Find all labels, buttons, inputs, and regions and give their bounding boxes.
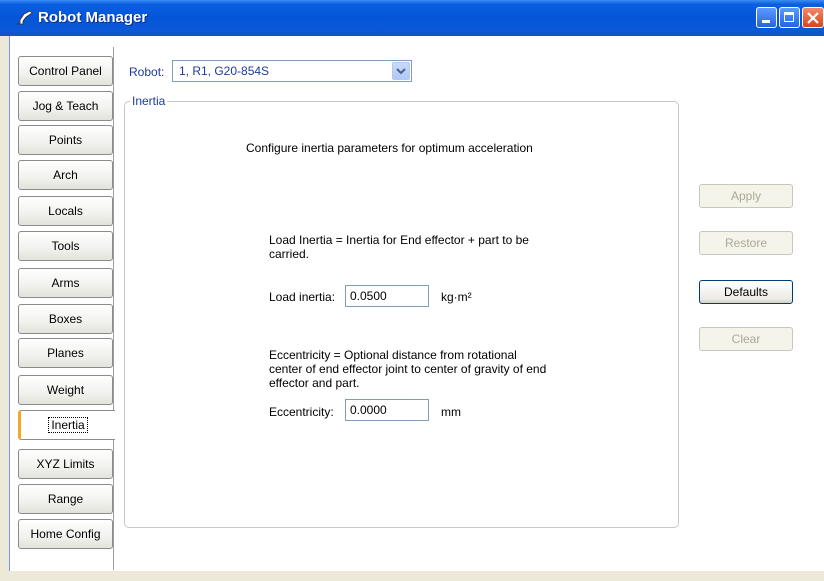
- tab-points[interactable]: Points: [18, 125, 113, 155]
- tab-label: Control Panel: [29, 64, 102, 78]
- eccentricity-input[interactable]: 0.0000: [345, 399, 429, 421]
- close-icon: [807, 12, 819, 24]
- tab-locals[interactable]: Locals: [18, 196, 113, 226]
- inertia-group-title: Inertia: [130, 94, 168, 108]
- apply-button[interactable]: Apply: [699, 184, 793, 208]
- tab-label: Inertia: [48, 417, 88, 433]
- robot-arm-icon: [16, 10, 33, 25]
- robot-select[interactable]: 1, R1, G20-854S: [172, 60, 412, 82]
- tab-panel-divider: [113, 47, 114, 570]
- tab-planes[interactable]: Planes: [18, 338, 113, 368]
- eccentricity-unit: mm: [441, 405, 461, 419]
- title-bar[interactable]: Robot Manager: [0, 0, 824, 36]
- tab-range[interactable]: Range: [18, 484, 113, 514]
- tab-label: Arms: [51, 276, 80, 290]
- tab-weight[interactable]: Weight: [18, 375, 113, 405]
- tab-home-config[interactable]: Home Config: [18, 519, 113, 549]
- eccentricity-label: Eccentricity:: [269, 405, 334, 419]
- defaults-button[interactable]: Defaults: [699, 280, 793, 304]
- window-title: Robot Manager: [38, 9, 148, 26]
- tab-inertia[interactable]: Inertia: [18, 410, 115, 440]
- tab-label: XYZ Limits: [36, 457, 95, 471]
- tab-boxes[interactable]: Boxes: [18, 304, 113, 334]
- tab-jog-teach[interactable]: Jog & Teach: [18, 91, 113, 121]
- maximize-button[interactable]: [779, 7, 800, 28]
- tab-arch[interactable]: Arch: [18, 160, 113, 190]
- robot-select-value: 1, R1, G20-854S: [179, 64, 270, 78]
- load-inertia-unit: kg·m²: [441, 290, 472, 304]
- tab-label: Planes: [47, 346, 84, 360]
- eccentricity-description: Eccentricity = Optional distance from ro…: [269, 348, 547, 390]
- dropdown-button[interactable]: [392, 62, 410, 80]
- tab-label: Jog & Teach: [32, 99, 99, 113]
- load-inertia-label: Load inertia:: [269, 290, 336, 304]
- tab-label: Range: [47, 492, 84, 506]
- window-bottom-border: [0, 571, 824, 581]
- tab-label: Boxes: [48, 312, 83, 326]
- tab-xyz-limits[interactable]: XYZ Limits: [18, 449, 113, 479]
- minimize-icon: [762, 20, 770, 23]
- load-inertia-input[interactable]: 0.0500: [345, 285, 429, 307]
- maximize-icon: [784, 12, 794, 22]
- tab-label: Points: [48, 133, 83, 147]
- chevron-down-icon: [396, 68, 406, 75]
- tab-label: Home Config: [30, 527, 101, 541]
- minimize-button[interactable]: [756, 7, 777, 28]
- clear-button[interactable]: Clear: [699, 327, 793, 351]
- tab-tools[interactable]: Tools: [18, 231, 113, 261]
- tab-label: Locals: [48, 204, 83, 218]
- close-button[interactable]: [802, 7, 824, 28]
- load-inertia-description: Load Inertia = Inertia for End effector …: [269, 233, 529, 261]
- tab-label: Weight: [46, 383, 85, 397]
- intro-text: Configure inertia parameters for optimum…: [246, 141, 533, 155]
- tab-label: Arch: [53, 168, 78, 182]
- tab-arms[interactable]: Arms: [18, 268, 113, 298]
- tab-control-panel[interactable]: Control Panel: [18, 56, 113, 86]
- robot-label: Robot:: [129, 65, 165, 79]
- restore-button[interactable]: Restore: [699, 231, 793, 255]
- tab-label: Tools: [51, 239, 80, 253]
- inertia-groupbox: [124, 101, 679, 528]
